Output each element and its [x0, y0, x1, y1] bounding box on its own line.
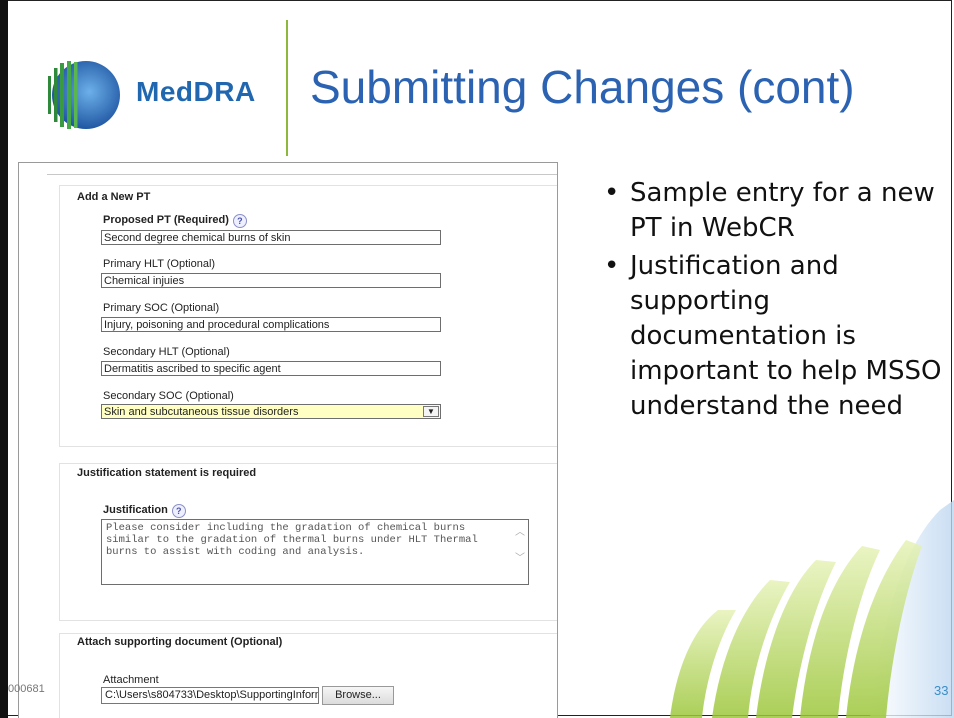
- page-number: 33: [934, 683, 949, 698]
- justification-label: Justification?: [103, 504, 186, 518]
- decorative-graphic: [670, 500, 954, 718]
- section-heading: Attach supporting document (Optional): [77, 636, 283, 648]
- secondary-soc-value: Skin and subcutaneous tissue disorders: [104, 406, 299, 418]
- bullet-item: Sample entry for a new PT in WebCR: [604, 176, 944, 246]
- primary-hlt-input[interactable]: Chemical injuies: [101, 273, 441, 288]
- secondary-soc-label: Secondary SOC (Optional): [103, 390, 234, 402]
- bullet-item: Justification and supporting documentati…: [604, 249, 944, 424]
- primary-soc-input[interactable]: Injury, poisoning and procedural complic…: [101, 317, 441, 332]
- bullet-list: Sample entry for a new PT in WebCR Justi…: [604, 176, 944, 427]
- scrollbar[interactable]: ︿ ﹀: [512, 520, 528, 584]
- proposed-pt-input[interactable]: Second degree chemical burns of skin: [101, 230, 441, 245]
- help-icon[interactable]: ?: [232, 214, 247, 228]
- browse-button[interactable]: Browse...: [322, 686, 394, 705]
- scroll-down-icon[interactable]: ﹀: [512, 554, 528, 566]
- primary-hlt-label: Primary HLT (Optional): [103, 258, 216, 270]
- primary-soc-label: Primary SOC (Optional): [103, 302, 220, 314]
- secondary-hlt-input[interactable]: Dermatitis ascribed to specific agent: [101, 361, 441, 376]
- meddra-logo: [48, 61, 120, 129]
- secondary-soc-select[interactable]: Skin and subcutaneous tissue disorders ▼: [101, 404, 441, 419]
- attachment-path-input[interactable]: C:\Users\s804733\Desktop\SupportingInfor…: [101, 687, 319, 704]
- slide-title: Submitting Changes (cont): [310, 61, 855, 113]
- scroll-up-icon[interactable]: ︿: [512, 528, 528, 540]
- brand-name: MedDRA: [136, 76, 256, 107]
- slide-code: 000681: [8, 683, 45, 695]
- section-heading: Add a New PT: [77, 191, 151, 203]
- justification-text: Please consider including the gradation …: [106, 522, 478, 558]
- webcr-form-screenshot: Add a New PT Proposed PT (Required)? Sec…: [18, 162, 558, 718]
- chevron-down-icon[interactable]: ▼: [423, 406, 439, 417]
- section-heading: Justification statement is required: [77, 467, 257, 479]
- help-icon[interactable]: ?: [171, 504, 186, 518]
- proposed-pt-label: Proposed PT (Required)?: [103, 214, 247, 228]
- form-top-line: [47, 174, 557, 175]
- slide-edge: [0, 0, 8, 718]
- header-divider: [286, 20, 288, 156]
- secondary-hlt-label: Secondary HLT (Optional): [103, 346, 230, 358]
- attachment-label: Attachment: [103, 674, 159, 686]
- justification-textarea[interactable]: Please consider including the gradation …: [101, 519, 529, 585]
